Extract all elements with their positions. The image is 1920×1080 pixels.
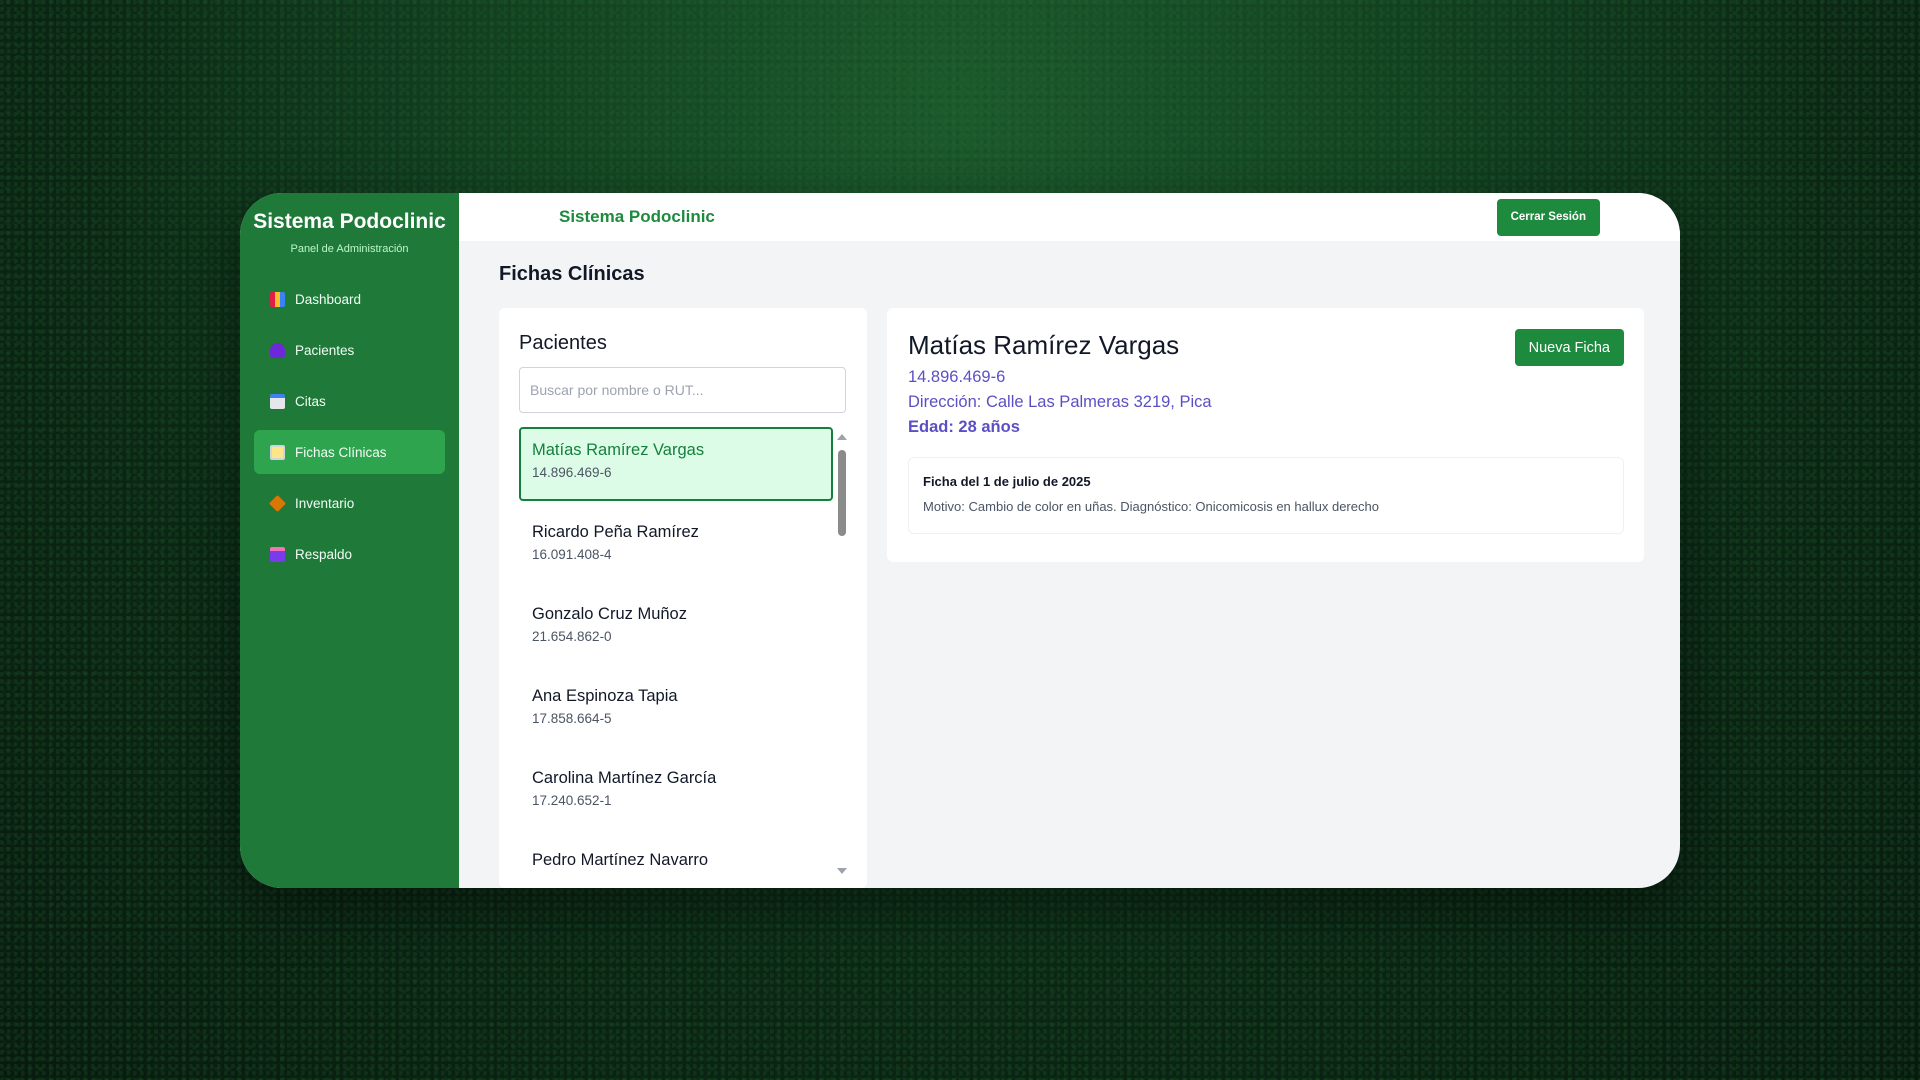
record-title: Ficha del 1 de julio de 2025	[923, 474, 1091, 489]
box-icon	[269, 494, 286, 512]
sidebar-title: Sistema Podoclinic	[253, 210, 446, 233]
sidebar-item-label: Respaldo	[295, 546, 353, 562]
patient-rut: 16.091.408-4	[532, 547, 612, 562]
new-record-button[interactable]: Nueva Ficha	[1514, 329, 1624, 366]
sidebar-item-pacientes[interactable]: Pacientes	[254, 328, 445, 372]
scroll-down-arrow-icon[interactable]	[837, 868, 847, 874]
app-window: Sistema Podoclinic Panel de Administraci…	[240, 193, 1680, 888]
patient-rut: 14.896.469-6	[532, 465, 612, 480]
chart-icon	[270, 291, 285, 307]
patients-heading: Pacientes	[519, 332, 607, 354]
patient-list-item[interactable]: Ricardo Peña Ramírez 16.091.408-4	[519, 509, 833, 591]
patient-detail-panel: Matías Ramírez Vargas 14.896.469-6 Direc…	[887, 308, 1644, 562]
patient-list-item[interactable]: Gonzalo Cruz Muñoz 21.654.862-0	[519, 591, 833, 673]
sidebar-item-respaldo[interactable]: Respaldo	[254, 532, 445, 576]
patient-detail-rut: 14.896.469-6	[908, 368, 1006, 386]
patient-rut: 17.858.664-5	[532, 711, 612, 726]
patient-name: Ricardo Peña Ramírez	[532, 523, 699, 541]
search-input[interactable]	[519, 367, 846, 413]
patient-name: Carolina Martínez García	[532, 769, 717, 787]
patients-panel: Pacientes Matías Ramírez Vargas 14.896.4…	[499, 308, 867, 888]
main-area: Sistema Podoclinic Cerrar Sesión Fichas …	[459, 193, 1680, 888]
patient-list-item[interactable]: Carolina Martínez García 17.240.652-1	[519, 755, 833, 837]
top-bar: Sistema Podoclinic Cerrar Sesión	[459, 193, 1680, 241]
panels: Pacientes Matías Ramírez Vargas 14.896.4…	[499, 308, 1644, 888]
sidebar-item-label: Dashboard	[295, 291, 362, 307]
sidebar: Sistema Podoclinic Panel de Administraci…	[240, 193, 459, 888]
clinical-record-card[interactable]: Ficha del 1 de julio de 2025 Motivo: Cam…	[908, 457, 1624, 534]
patient-name: Ana Espinoza Tapia	[532, 687, 678, 705]
scrollbar-thumb[interactable]	[838, 450, 846, 536]
record-description: Motivo: Cambio de color en uñas. Diagnós…	[923, 499, 1379, 514]
calendar-icon	[270, 393, 285, 409]
sidebar-item-citas[interactable]: Citas	[254, 379, 445, 423]
patient-list-scrollbar[interactable]	[837, 434, 847, 874]
patient-name: Gonzalo Cruz Muñoz	[532, 605, 687, 623]
patient-detail-address: Dirección: Calle Las Palmeras 3219, Pica	[908, 393, 1212, 411]
sidebar-item-label: Citas	[295, 393, 326, 409]
sidebar-subtitle: Panel de Administración	[290, 243, 409, 255]
page-title: Fichas Clínicas	[499, 263, 645, 285]
floppy-disk-icon	[270, 546, 285, 562]
patient-list-item[interactable]: Pedro Martínez Navarro	[519, 837, 833, 888]
patient-rut: 21.654.862-0	[532, 629, 612, 644]
scroll-up-arrow-icon[interactable]	[837, 434, 847, 440]
sidebar-item-dashboard[interactable]: Dashboard	[254, 277, 445, 321]
patient-name: Matías Ramírez Vargas	[532, 441, 705, 459]
users-icon	[270, 342, 285, 358]
clipboard-icon	[270, 444, 285, 460]
sidebar-item-label: Fichas Clínicas	[295, 444, 387, 460]
sidebar-item-fichas-clinicas[interactable]: Fichas Clínicas	[254, 430, 445, 474]
logout-button[interactable]: Cerrar Sesión	[1496, 198, 1600, 236]
patient-name: Pedro Martínez Navarro	[532, 851, 709, 869]
content: Fichas Clínicas Pacientes Matías Ramírez…	[459, 241, 1680, 888]
patient-list: Matías Ramírez Vargas 14.896.469-6 Ricar…	[519, 427, 833, 888]
sidebar-item-inventario[interactable]: Inventario	[254, 481, 445, 525]
patient-list-item[interactable]: Matías Ramírez Vargas 14.896.469-6	[519, 427, 833, 501]
patient-list-item[interactable]: Ana Espinoza Tapia 17.858.664-5	[519, 673, 833, 755]
header-title: Sistema Podoclinic	[559, 207, 715, 226]
sidebar-nav: Dashboard Pacientes Citas Fichas Clínica…	[240, 277, 459, 583]
sidebar-item-label: Pacientes	[295, 342, 355, 358]
patient-detail-age: Edad: 28 años	[908, 418, 1020, 436]
patient-rut: 17.240.652-1	[532, 793, 612, 808]
sidebar-brand: Sistema Podoclinic Panel de Administraci…	[240, 207, 459, 255]
sidebar-item-label: Inventario	[295, 495, 355, 511]
